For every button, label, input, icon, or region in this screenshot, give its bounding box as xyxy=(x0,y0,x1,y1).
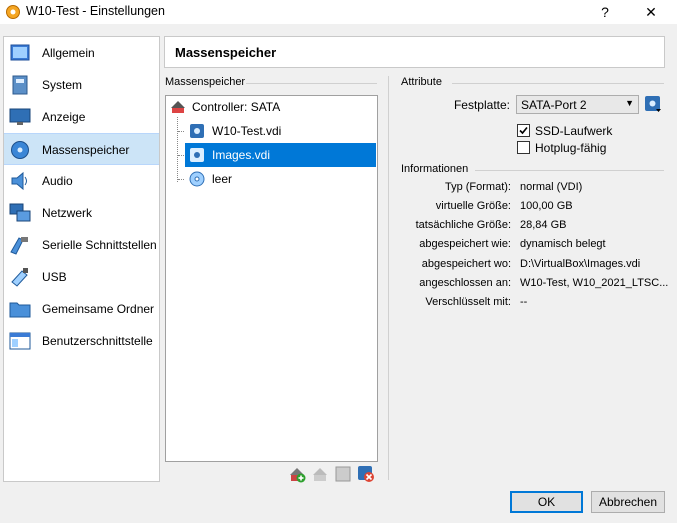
info-value: D:\VirtualBox\Images.vdi xyxy=(520,258,641,270)
folder-icon xyxy=(9,302,31,318)
divider xyxy=(452,83,664,84)
sidebar-item-storage[interactable]: Massenspeicher xyxy=(4,133,159,165)
sidebar-item-usb[interactable]: USB xyxy=(4,261,159,293)
sidebar-item-label: Gemeinsame Ordner xyxy=(42,302,155,316)
sidebar-item-general[interactable]: Allgemein xyxy=(4,37,159,69)
hard-disk-select[interactable]: SATA-Port 2 ▼ xyxy=(516,95,639,114)
info-value: dynamisch belegt xyxy=(520,238,606,250)
optical-disk-icon xyxy=(189,171,205,187)
sidebar-item-label: Massenspeicher xyxy=(42,143,130,157)
close-button[interactable]: ✕ xyxy=(640,2,662,22)
ok-button[interactable]: OK xyxy=(510,491,583,513)
info-label: angeschlossen an: xyxy=(419,277,511,289)
sidebar-item-label: Audio xyxy=(42,174,73,188)
attachment-label: W10-Test.vdi xyxy=(212,124,282,138)
general-icon xyxy=(10,44,30,61)
remove-attachment-icon[interactable] xyxy=(357,465,375,483)
sidebar-item-label: Serielle Schnittstellen xyxy=(42,238,157,252)
controller-label: Controller: SATA xyxy=(192,100,281,114)
info-label: abgespeichert wie: xyxy=(419,238,511,250)
hard-disk-icon xyxy=(190,148,204,162)
info-value: normal (VDI) xyxy=(520,181,583,193)
info-label: abgespeichert wo: xyxy=(421,258,511,270)
attributes-group-label: Attribute xyxy=(401,76,442,88)
tree-item-w10-test-vdi[interactable]: W10-Test.vdi xyxy=(185,120,376,142)
sidebar-item-system[interactable]: System xyxy=(4,69,159,101)
sidebar-item-label: Benutzerschnittstelle xyxy=(42,334,153,348)
info-label: virtuelle Größe: xyxy=(435,200,511,212)
ssd-label: SSD-Laufwerk xyxy=(535,124,613,138)
system-icon xyxy=(12,75,28,95)
info-label: tatsächliche Größe: xyxy=(415,219,511,231)
storage-group-label: Massenspeicher xyxy=(165,76,246,88)
sidebar-item-display[interactable]: Anzeige xyxy=(4,101,159,133)
sidebar-item-label: Netzwerk xyxy=(42,206,93,220)
controller-icon xyxy=(171,101,185,113)
hard-disk-value: SATA-Port 2 xyxy=(521,98,587,112)
virtualbox-gear-icon xyxy=(6,5,20,19)
hard-disk-label: Festplatte: xyxy=(453,98,510,112)
info-value: -- xyxy=(520,296,528,308)
tree-connector xyxy=(178,155,184,156)
window-title: W10-Test - Einstellungen xyxy=(26,4,165,18)
divider xyxy=(388,76,389,480)
settings-sidebar: Allgemein System Anzeige Massenspeicher … xyxy=(3,36,160,482)
sidebar-item-audio[interactable]: Audio xyxy=(4,165,159,197)
ssd-checkbox[interactable] xyxy=(517,124,530,137)
remove-controller-icon[interactable] xyxy=(311,465,329,483)
sidebar-item-user-interface[interactable]: Benutzerschnittstelle xyxy=(4,325,159,357)
usb-icon xyxy=(11,268,28,287)
sidebar-item-label: System xyxy=(42,78,83,92)
title-bar: W10-Test - Einstellungen ? ✕ xyxy=(0,0,677,24)
info-value: 100,00 GB xyxy=(520,200,573,212)
sidebar-item-label: Anzeige xyxy=(42,110,86,124)
add-attachment-icon[interactable] xyxy=(334,465,352,483)
attachment-label: Images.vdi xyxy=(209,146,274,164)
tree-connector xyxy=(177,117,178,182)
hotplug-checkbox[interactable] xyxy=(517,141,530,154)
network-icon xyxy=(9,203,31,222)
hard-disk-icon xyxy=(190,124,204,138)
info-label: Verschlüsselt mit: xyxy=(425,296,511,308)
ui-icon xyxy=(9,332,31,350)
sidebar-item-label: USB xyxy=(42,270,67,284)
check-icon xyxy=(519,126,528,135)
tree-item-images-vdi[interactable]: Images.vdi xyxy=(185,143,376,167)
choose-disk-icon[interactable] xyxy=(644,95,662,113)
audio-icon xyxy=(11,171,27,191)
serial-icon xyxy=(10,237,28,255)
display-icon xyxy=(9,108,31,125)
page-title: Massenspeicher xyxy=(175,45,277,60)
tree-connector xyxy=(178,131,184,132)
tree-controller-sata[interactable]: Controller: SATA xyxy=(166,96,377,118)
sidebar-item-serial[interactable]: Serielle Schnittstellen xyxy=(4,229,159,261)
help-button[interactable]: ? xyxy=(594,2,616,22)
info-value: 28,84 GB xyxy=(520,219,567,231)
add-controller-icon[interactable] xyxy=(288,465,306,483)
page-header: Massenspeicher xyxy=(164,36,665,68)
cancel-button[interactable]: Abbrechen xyxy=(591,491,665,513)
chevron-down-icon: ▼ xyxy=(625,98,634,108)
tree-connector xyxy=(178,179,184,180)
sidebar-item-shared-folders[interactable]: Gemeinsame Ordner xyxy=(4,293,159,325)
tree-item-empty-optical[interactable]: leer xyxy=(185,168,376,190)
hotplug-label: Hotplug-fähig xyxy=(535,141,607,155)
storage-icon xyxy=(11,141,29,159)
sidebar-item-network[interactable]: Netzwerk xyxy=(4,197,159,229)
divider xyxy=(246,83,377,84)
sidebar-item-label: Allgemein xyxy=(42,46,95,60)
info-label: Typ (Format): xyxy=(444,181,511,193)
attachment-label: leer xyxy=(212,172,233,186)
info-value: W10-Test, W10_2021_LTSC... xyxy=(520,277,669,289)
divider xyxy=(475,170,664,171)
information-group-label: Informationen xyxy=(401,163,469,175)
